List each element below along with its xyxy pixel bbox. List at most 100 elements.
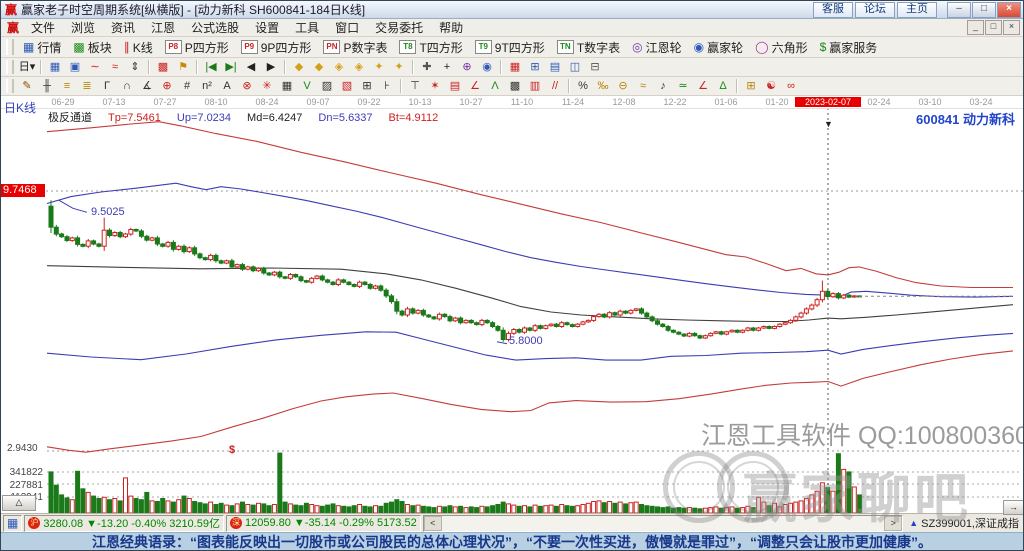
titlebar-button-home[interactable]: 主页 (897, 2, 937, 18)
a-slope-tool[interactable]: A (217, 77, 237, 95)
arc-tool[interactable]: ∩ (117, 77, 137, 95)
wave-tool-1[interactable]: ∼ (85, 58, 105, 76)
titlebar-button-support[interactable]: 客服 (813, 2, 853, 18)
menu-item[interactable]: 资讯 (103, 18, 143, 37)
rows-red-tool[interactable]: ▤ (445, 77, 465, 95)
toolbar-button-9t-square[interactable]: T99T四方形 (469, 37, 551, 58)
t-top-tool[interactable]: ⊤ (405, 77, 425, 95)
kline-mark-tool[interactable]: ▩ (153, 58, 173, 76)
toolbar-button-9p-square[interactable]: P99P四方形 (235, 37, 318, 58)
market-view-button[interactable]: ▦ (3, 515, 22, 532)
calculator-tool[interactable]: ⊞ (525, 58, 545, 76)
stamp-tool[interactable]: ◉ (477, 58, 497, 76)
save-tool[interactable]: ◫ (565, 58, 585, 76)
delta-tool[interactable]: Δ (713, 77, 733, 95)
toolbar-button-quotes[interactable]: ▦行情 (17, 37, 67, 58)
menu-item[interactable]: 公式选股 (183, 18, 247, 37)
menu-item[interactable]: 浏览 (63, 18, 103, 37)
toolbar-button-winner-wheel[interactable]: ◉赢家轮 (688, 37, 750, 58)
titlebar-button-forum[interactable]: 论坛 (855, 2, 895, 18)
plus-grid-tool[interactable]: ⊞ (357, 77, 377, 95)
infinity-tool[interactable]: ∞ (781, 77, 801, 95)
skew-lines-tool[interactable]: // (545, 77, 565, 95)
minimize-button[interactable]: – (947, 2, 971, 18)
compass-tool[interactable]: ⊕ (157, 77, 177, 95)
zoom-diamond-5[interactable]: ✦ (369, 58, 389, 76)
menu-item[interactable]: 帮助 (431, 18, 471, 37)
angle-red-tool[interactable]: ∠ (465, 77, 485, 95)
shanghai-index-panel[interactable]: 沪 3280.08 ▼-13.20 -0.40% 3210.59亿 (24, 515, 224, 532)
t-bar-tool[interactable]: ⊦ (377, 77, 397, 95)
asterisk-tool[interactable]: ✳ (257, 77, 277, 95)
chart-window-tool[interactable]: ▦ (45, 58, 65, 76)
first-bar-button[interactable]: |◀ (201, 58, 221, 76)
fib-levels-tool[interactable]: ≡ (57, 77, 77, 95)
approx-tool[interactable]: ≈ (633, 77, 653, 95)
music-note-tool[interactable]: ♪ (653, 77, 673, 95)
ray-burst-tool[interactable]: ✶ (425, 77, 445, 95)
fib-levels-2-tool[interactable]: ≣ (77, 77, 97, 95)
shade-box-tool[interactable]: ▨ (317, 77, 337, 95)
angle-tool[interactable]: ∡ (137, 77, 157, 95)
shenzhen-index-panel[interactable]: 深 12059.80 ▼-35.14 -0.29% 5173.52 (226, 515, 421, 532)
toolbar-button-winner-service[interactable]: $赢家服务 (814, 37, 884, 58)
toolbar-button-kline[interactable]: ∥K线 (118, 37, 159, 58)
menu-item[interactable]: 交易委托 (367, 18, 431, 37)
menu-item[interactable]: 文件 (23, 18, 63, 37)
mdi-minimize-button[interactable]: _ (967, 20, 984, 35)
hash-grid-tool[interactable]: # (177, 77, 197, 95)
gamma-line-tool[interactable]: Γ (97, 77, 117, 95)
v-mark-tool[interactable]: V (297, 77, 317, 95)
zoom-diamond-1[interactable]: ◆ (289, 58, 309, 76)
last-bar-button[interactable]: ▶| (221, 58, 241, 76)
hatch-box-tool[interactable]: ▧ (337, 77, 357, 95)
toolbar-button-sectors[interactable]: ▩板块 (67, 37, 117, 58)
n-square-tool[interactable]: n² (197, 77, 217, 95)
scroll-left-arrow[interactable]: < (424, 516, 442, 531)
percent-tool[interactable]: % (573, 77, 593, 95)
zoom-diamond-2[interactable]: ◆ (309, 58, 329, 76)
period-selector[interactable]: 日▾ (17, 58, 37, 76)
toolbar-button-gann-wheel[interactable]: ◎江恩轮 (626, 37, 688, 58)
similar-tool[interactable]: ≃ (673, 77, 693, 95)
toolbar-button-hexagon[interactable]: ◯六角形 (749, 37, 813, 58)
permille-tool[interactable]: ‰ (593, 77, 613, 95)
lambda-tool[interactable]: Λ (485, 77, 505, 95)
menu-item[interactable]: 江恩 (143, 18, 183, 37)
crosshair-tool[interactable]: + (437, 58, 457, 76)
menu-item[interactable]: 设置 (247, 18, 287, 37)
cols-red-tool[interactable]: ▥ (525, 77, 545, 95)
close-button[interactable]: × (997, 2, 1021, 18)
wave-tool-2[interactable]: ≈ (105, 58, 125, 76)
calendar-tool[interactable]: ▦ (505, 58, 525, 76)
mdi-close-button[interactable]: × (1003, 20, 1020, 35)
notes-tool[interactable]: ▤ (545, 58, 565, 76)
maximize-button[interactable]: □ (972, 2, 996, 18)
circle-minus-tool[interactable]: ⊖ (613, 77, 633, 95)
hand-tool[interactable]: ✚ (417, 58, 437, 76)
angle-3-tool[interactable]: ∠ (693, 77, 713, 95)
zoom-diamond-3[interactable]: ◈ (329, 58, 349, 76)
next-bar-button[interactable]: ▶ (261, 58, 281, 76)
menu-item[interactable]: 工具 (287, 18, 327, 37)
expand-vertical-tool[interactable]: ⇕ (125, 58, 145, 76)
menu-item[interactable]: 窗口 (327, 18, 367, 37)
zoom-diamond-6[interactable]: ✦ (389, 58, 409, 76)
toolbar-button-p-square[interactable]: P8P四方形 (159, 37, 235, 58)
mdi-restore-button[interactable]: □ (985, 20, 1002, 35)
measure-tool[interactable]: ⊕ (457, 58, 477, 76)
prev-bar-button[interactable]: ◀ (241, 58, 261, 76)
flag-mark-tool[interactable]: ⚑ (173, 58, 193, 76)
toolbar-button-p-table[interactable]: PNP数字表 (317, 37, 393, 58)
grid-2-tool[interactable]: ▩ (505, 77, 525, 95)
zoom-diamond-4[interactable]: ◈ (349, 58, 369, 76)
toolbar-button-t-square[interactable]: T8T四方形 (393, 37, 468, 58)
panel-expand-button[interactable]: △ (2, 495, 36, 511)
print-tool[interactable]: ⊟ (585, 58, 605, 76)
taiji-icon[interactable]: ☯ (761, 77, 781, 95)
chart-scroll-right-button[interactable]: → (1003, 500, 1024, 515)
gann-box-tool[interactable]: ⊞ (741, 77, 761, 95)
grid-box-tool[interactable]: ▦ (277, 77, 297, 95)
gann-grid-tool[interactable]: ╫ (37, 77, 57, 95)
pencil-tool[interactable]: ✎ (17, 77, 37, 95)
